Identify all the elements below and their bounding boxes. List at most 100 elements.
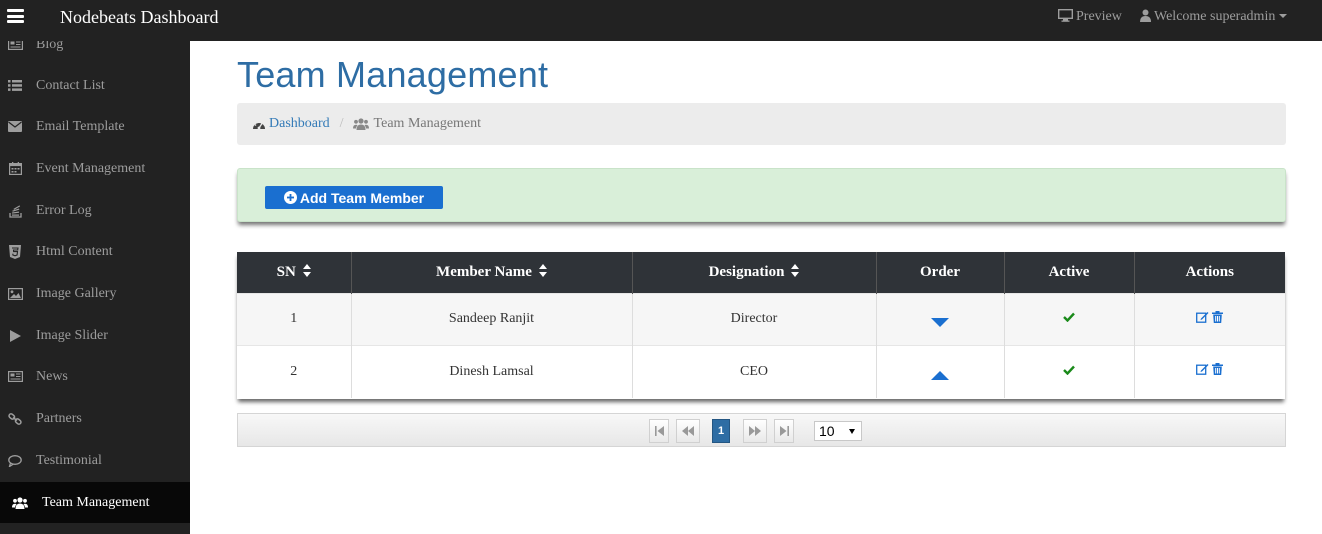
envelope-icon (7, 120, 23, 134)
play-icon (7, 329, 23, 343)
page-number-current[interactable]: 1 (712, 419, 730, 443)
users-icon (12, 496, 28, 510)
cell-order (876, 344, 1005, 398)
cell-active (1004, 344, 1135, 398)
table-header-row: SN Member Name Designation Order Active … (237, 252, 1285, 293)
sidebar-item-contact-list[interactable]: Contact List (0, 65, 190, 106)
sidebar-item-label: Html Content (36, 243, 113, 259)
column-header-order: Order (876, 252, 1005, 293)
cell-actions (1134, 344, 1285, 398)
sidebar-item-label: Event Management (36, 160, 146, 176)
last-page-icon (779, 426, 789, 436)
sidebar-item-blog[interactable]: Blog (0, 41, 190, 65)
hamburger-menu-icon[interactable] (7, 9, 24, 23)
desktop-icon (1057, 8, 1074, 22)
cell-sn: 1 (237, 292, 352, 345)
table-row: 2 Dinesh Lamsal CEO (237, 344, 1285, 398)
sidebar-item-testimonial[interactable]: Testimonial (0, 440, 190, 481)
column-header-member-name[interactable]: Member Name (351, 252, 633, 293)
add-team-member-button[interactable]: Add Team Member (265, 186, 443, 209)
sidebar-item-team-management[interactable]: Team Management (0, 482, 190, 523)
trash-icon[interactable] (1212, 363, 1224, 376)
sidebar-item-label: Partners (36, 410, 82, 426)
newspaper-icon (7, 41, 23, 52)
sidebar-item-partners[interactable]: Partners (0, 398, 190, 439)
sidebar-item-label: News (36, 368, 68, 384)
column-header-designation[interactable]: Designation (632, 252, 877, 293)
prev-page-button[interactable] (676, 419, 700, 443)
dashboard-gauge-icon (253, 120, 265, 129)
backward-icon (682, 426, 694, 436)
cell-member-name: Sandeep Ranjit (351, 292, 633, 345)
add-team-member-label: Add Team Member (299, 189, 425, 206)
cell-designation: Director (632, 292, 877, 345)
sidebar-item-label: Testimonial (36, 452, 102, 468)
page-title: Team Management (237, 54, 549, 95)
breadcrumb-current: Team Management (352, 116, 482, 132)
caret-down-icon (1279, 14, 1288, 18)
sort-icon (538, 263, 547, 277)
preview-link[interactable]: Preview (1057, 8, 1122, 25)
table-row: 1 Sandeep Ranjit Director (237, 292, 1285, 345)
plus-circle-icon (283, 191, 297, 204)
list-icon (7, 79, 23, 93)
comment-icon (7, 454, 23, 468)
column-header-actions: Actions (1134, 252, 1285, 293)
page-size-select[interactable]: 10 (814, 421, 862, 441)
image-icon (7, 287, 23, 301)
first-page-button[interactable] (649, 419, 669, 443)
trash-icon[interactable] (1212, 310, 1224, 323)
sidebar-item-label: Error Log (36, 202, 92, 218)
team-table-container: SN Member Name Designation Order Active … (237, 252, 1285, 399)
sidebar-item-image-slider[interactable]: Image Slider (0, 315, 190, 356)
sidebar-item-error-log[interactable]: Error Log (0, 190, 190, 231)
check-icon (1063, 365, 1075, 375)
cell-order (876, 292, 1005, 345)
first-page-icon (654, 426, 664, 436)
sort-icon (791, 263, 800, 277)
edit-icon[interactable] (1196, 311, 1209, 323)
breadcrumb-current-label: Team Management (373, 116, 482, 131)
sidebar-item-label: Email Template (36, 118, 125, 134)
order-down-icon[interactable] (931, 317, 949, 328)
sidebar-item-image-gallery[interactable]: Image Gallery (0, 273, 190, 314)
newspaper-icon (7, 370, 23, 384)
last-page-button[interactable] (774, 419, 794, 443)
pagination-bar: 1 10 (237, 413, 1286, 447)
top-navbar: Nodebeats Dashboard Preview Welcome supe… (0, 0, 1322, 41)
sidebar-item-html-content[interactable]: Html Content (0, 231, 190, 272)
next-page-button[interactable] (743, 419, 767, 443)
sidebar-item-label: Contact List (36, 77, 105, 93)
welcome-label: Welcome superadmin (1154, 9, 1276, 24)
stack-icon (7, 204, 23, 218)
column-header-sn[interactable]: SN (237, 252, 352, 293)
cell-member-name: Dinesh Lamsal (351, 344, 633, 398)
sidebar-item-news[interactable]: News (0, 356, 190, 397)
team-table: SN Member Name Designation Order Active … (237, 252, 1285, 398)
breadcrumb-dashboard-link[interactable]: Dashboard (252, 116, 330, 132)
sidebar-item-label: Image Gallery (36, 285, 117, 301)
breadcrumb-dashboard-label: Dashboard (269, 116, 330, 131)
users-icon (352, 118, 369, 130)
action-panel: Add Team Member (237, 168, 1286, 222)
html5-icon (7, 244, 23, 259)
cell-sn: 2 (237, 344, 352, 398)
column-header-active: Active (1004, 252, 1135, 293)
link-icon (7, 412, 23, 426)
order-up-icon[interactable] (931, 370, 949, 381)
cell-designation: CEO (632, 344, 877, 398)
sidebar-item-label: Team Management (42, 494, 150, 510)
sidebar-item-email-template[interactable]: Email Template (0, 106, 190, 147)
sidebar-item-event-management[interactable]: Event Management (0, 148, 190, 189)
sidebar: Blog Contact List Email Template Event M… (0, 41, 190, 534)
breadcrumb-separator: / (339, 116, 344, 131)
sort-icon (302, 263, 311, 277)
breadcrumb: Dashboard / Team Management (237, 103, 1286, 145)
calendar-icon (7, 162, 23, 176)
user-menu[interactable]: Welcome superadmin (1140, 9, 1288, 25)
sidebar-item-label: Image Slider (36, 327, 108, 343)
brand-title[interactable]: Nodebeats Dashboard (60, 7, 218, 28)
cell-actions (1134, 292, 1285, 345)
edit-icon[interactable] (1196, 363, 1209, 376)
page-size-value: 10 (819, 423, 835, 439)
